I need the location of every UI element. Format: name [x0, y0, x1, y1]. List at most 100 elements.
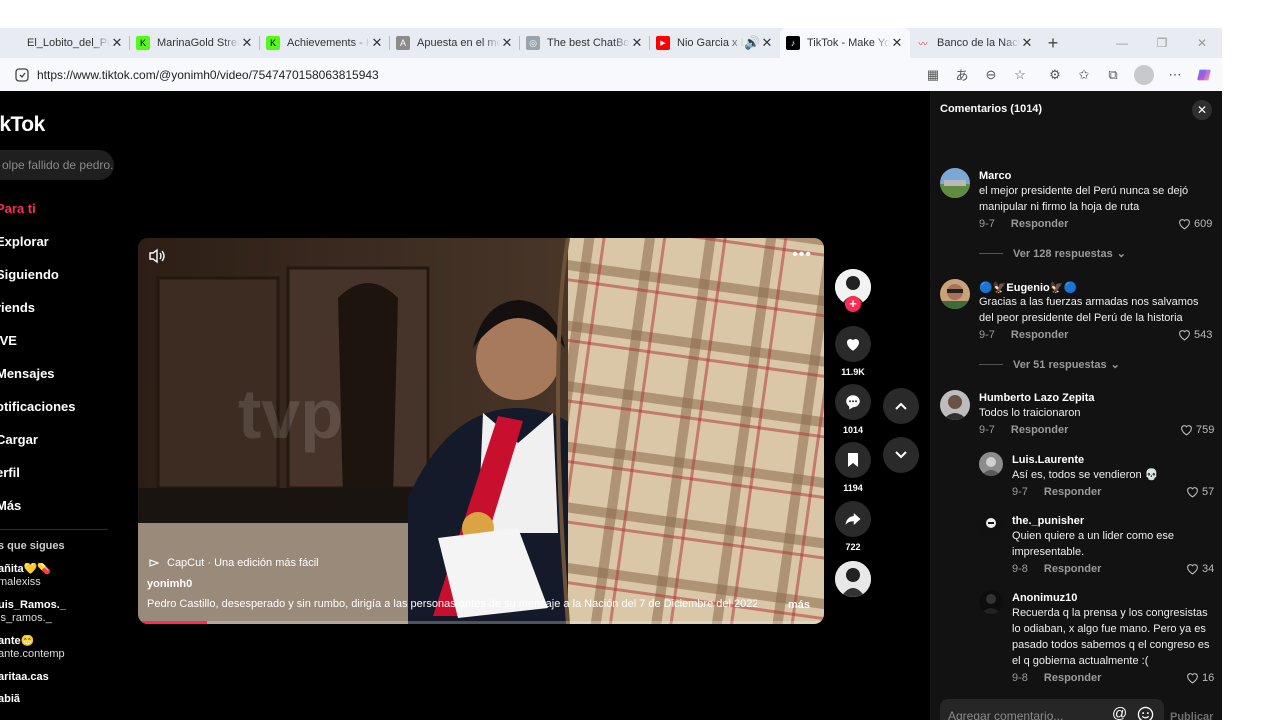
tab[interactable]: K Achievements - Kick ✕: [260, 28, 390, 58]
following-account[interactable]: ante😁 ante.contemp: [0, 635, 108, 671]
music-disc[interactable]: [835, 561, 871, 597]
close-tab-icon[interactable]: ✕: [110, 35, 124, 51]
comment-user[interactable]: the._punisher: [1012, 515, 1084, 527]
nav-item-notificaciones[interactable]: otificaciones: [0, 390, 116, 423]
close-tab-icon[interactable]: ✕: [890, 35, 904, 51]
tab[interactable]: 〰 Banco de la Nación ✕: [910, 28, 1040, 58]
reply-button[interactable]: Responder: [1011, 424, 1068, 436]
close-tab-icon[interactable]: ✕: [500, 35, 514, 51]
view-replies-button[interactable]: Ver 128 respuestas ⌄: [979, 247, 1126, 260]
comment-like[interactable]: 543: [1178, 329, 1212, 341]
speaker-icon[interactable]: 🔊: [744, 35, 760, 51]
search-input[interactable]: olpe fallido de pedro...: [0, 150, 114, 180]
new-tab-button[interactable]: +: [1040, 28, 1066, 58]
emoji-icon[interactable]: [1137, 706, 1154, 720]
capcut-anchor[interactable]: CapCut · Una edición más fácil: [149, 557, 319, 569]
url-field[interactable]: https://www.tiktok.com/@yonimh0/video/75…: [37, 68, 379, 82]
mention-icon[interactable]: @: [1112, 705, 1127, 720]
comment-input[interactable]: Agregar comentario...: [948, 709, 1063, 720]
expand-description-button[interactable]: más: [788, 599, 810, 611]
publish-button[interactable]: Publicar: [1170, 711, 1213, 720]
video-progress-bar[interactable]: [138, 621, 824, 624]
comment-button[interactable]: [835, 384, 871, 420]
comment-user[interactable]: Marco: [979, 170, 1011, 182]
tab-active[interactable]: ♪ TikTok - Make Your Day ✕: [780, 28, 910, 58]
share-action[interactable]: 722: [835, 501, 871, 552]
close-comments-button[interactable]: ✕: [1192, 100, 1212, 120]
minimize-icon[interactable]: —: [1102, 36, 1142, 50]
nav-item-friends[interactable]: riends: [0, 291, 116, 324]
profile-avatar[interactable]: [1134, 64, 1154, 85]
comment-input-box[interactable]: Agregar comentario... @: [940, 699, 1164, 720]
reply-button[interactable]: Responder: [1011, 218, 1068, 230]
menu-icon[interactable]: ⋯: [1167, 67, 1183, 83]
following-account[interactable]: añita💛💊 malexiss: [0, 563, 108, 599]
site-info-icon[interactable]: [11, 64, 33, 86]
save-button[interactable]: [835, 442, 871, 478]
tab[interactable]: A Apuesta en el mejor ✕: [390, 28, 520, 58]
copilot-icon[interactable]: [1196, 67, 1212, 83]
tab[interactable]: ▶ Nio Garcia x Brray 🔊 ✕: [650, 28, 780, 58]
nav-item-mas[interactable]: Más: [0, 489, 116, 522]
comment-user[interactable]: 🔵🦅Eugenio🦅🔵: [979, 281, 1077, 294]
tab[interactable]: K MarinaGold Stream ✕: [130, 28, 260, 58]
next-video-button[interactable]: [883, 437, 919, 473]
save-action[interactable]: 1194: [835, 442, 871, 493]
avatar[interactable]: [979, 590, 1003, 614]
close-window-icon[interactable]: ✕: [1182, 36, 1222, 50]
like-action[interactable]: 11.9K: [835, 326, 871, 377]
following-account[interactable]: aritaa.cas: [0, 671, 108, 693]
comment-like[interactable]: 759: [1180, 424, 1214, 436]
extensions-icon[interactable]: ⚙: [1047, 67, 1063, 83]
view-replies-button[interactable]: Ver 51 respuestas ⌄: [979, 358, 1120, 371]
following-account[interactable]: abiã: [0, 693, 108, 707]
previous-video-button[interactable]: [883, 388, 919, 424]
comment-like[interactable]: 609: [1178, 218, 1212, 230]
close-tab-icon[interactable]: ✕: [760, 35, 774, 51]
comment-like[interactable]: 57: [1186, 486, 1214, 498]
favorite-star-icon[interactable]: ☆: [1012, 67, 1028, 83]
avatar[interactable]: [940, 168, 970, 198]
zoom-icon[interactable]: ⊖: [983, 67, 999, 83]
nav-item-explorar[interactable]: Explorar: [0, 225, 116, 258]
avatar[interactable]: [979, 513, 1003, 537]
nav-item-siguiendo[interactable]: Siguiendo: [0, 258, 116, 291]
volume-icon[interactable]: [148, 248, 170, 266]
share-button[interactable]: [835, 501, 871, 537]
reply-button[interactable]: Responder: [1044, 672, 1101, 684]
video-author[interactable]: yonimh0: [147, 578, 192, 590]
close-tab-icon[interactable]: ✕: [630, 35, 644, 51]
nav-item-mensajes[interactable]: Mensajes: [0, 357, 116, 390]
comment-user[interactable]: Humberto Lazo Zepita: [979, 392, 1095, 404]
favorites-icon[interactable]: ✩: [1076, 67, 1092, 83]
translate-icon[interactable]: あ: [954, 67, 970, 83]
comment-like[interactable]: 16: [1186, 672, 1214, 684]
nav-item-live[interactable]: IVE: [0, 324, 116, 357]
like-button[interactable]: [835, 326, 871, 362]
comment-like[interactable]: 34: [1186, 563, 1214, 575]
tab[interactable]: El_Lobito_del_Pueblo ✕: [0, 28, 130, 58]
collections-icon[interactable]: ⧉: [1105, 67, 1121, 83]
reply-button[interactable]: Responder: [1044, 486, 1101, 498]
close-tab-icon[interactable]: ✕: [370, 35, 384, 51]
video-player[interactable]: tvp ••• CapCut · Una edición más fácil y…: [138, 238, 824, 624]
close-tab-icon[interactable]: ✕: [240, 35, 254, 51]
comment-user[interactable]: Luis.Laurente: [1012, 454, 1084, 466]
maximize-icon[interactable]: ❐: [1142, 36, 1182, 50]
nav-item-cargar[interactable]: Cargar: [0, 423, 116, 456]
avatar[interactable]: [940, 390, 970, 420]
following-account[interactable]: uis_Ramos._ is_ramos._: [0, 599, 108, 635]
comment-user[interactable]: Anonimuz10: [1012, 592, 1077, 604]
tiktok-logo[interactable]: ikTok: [0, 113, 45, 137]
tab[interactable]: ◎ The best ChatBot ✕: [520, 28, 650, 58]
apps-icon[interactable]: ▦: [925, 67, 941, 83]
comment-action[interactable]: 1014: [835, 384, 871, 435]
avatar[interactable]: [979, 452, 1003, 476]
close-tab-icon[interactable]: ✕: [1020, 35, 1034, 51]
avatar[interactable]: [940, 279, 970, 309]
nav-item-para-ti[interactable]: Para ti: [0, 192, 116, 225]
follow-button[interactable]: +: [845, 296, 861, 312]
reply-button[interactable]: Responder: [1044, 563, 1101, 575]
nav-item-perfil[interactable]: erfil: [0, 456, 116, 489]
reply-button[interactable]: Responder: [1011, 329, 1068, 341]
